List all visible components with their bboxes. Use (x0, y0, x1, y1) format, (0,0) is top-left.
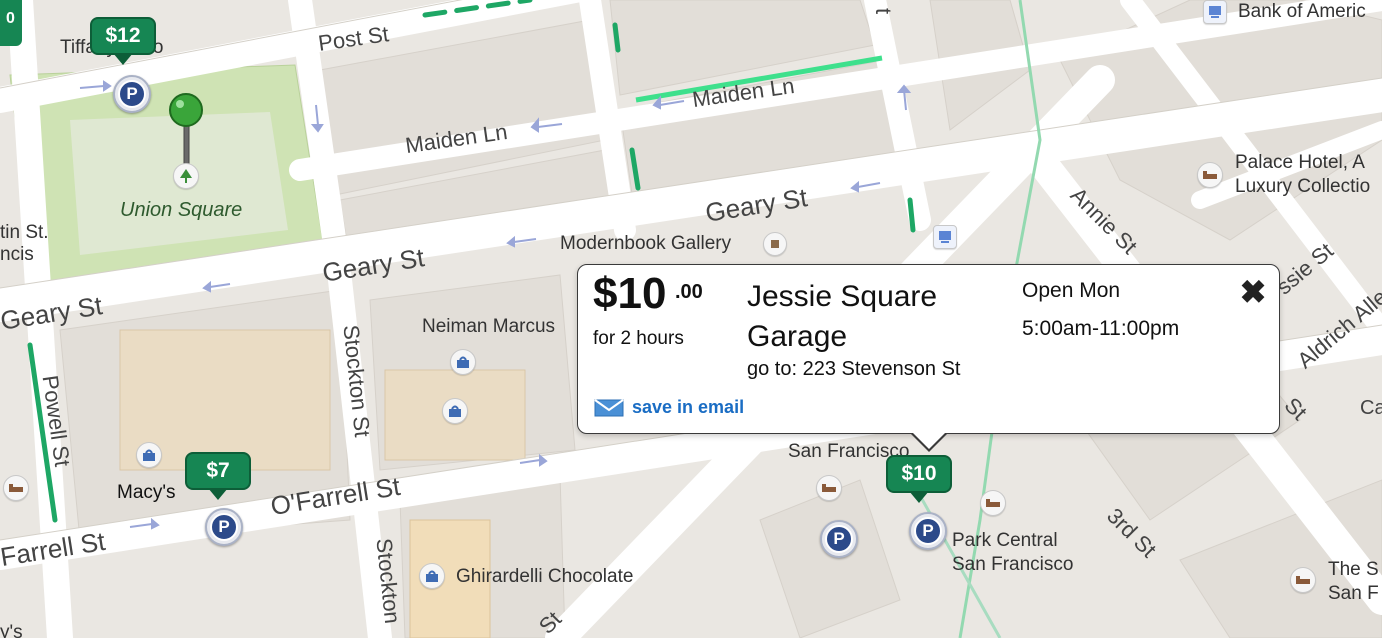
info-open-days: Open Mon (1022, 279, 1121, 302)
place-label-modernbook: Modernbook Gallery (560, 233, 732, 254)
shopping-bag-icon[interactable] (450, 349, 476, 375)
info-price: $10 (593, 269, 667, 318)
place-label-palace-hotel-2: Luxury Collectio (1235, 176, 1371, 197)
info-duration: for 2 hours (593, 328, 684, 349)
parking-marker[interactable]: P (205, 508, 243, 546)
price-tag-7[interactable]: $7 (185, 452, 251, 500)
place-label-the-st-2: San F (1328, 583, 1379, 604)
parking-symbol: P (118, 80, 146, 108)
hotel-icon[interactable] (1290, 567, 1316, 593)
info-open-hours: 5:00am-11:00pm (1022, 317, 1180, 340)
save-in-email-label: save in email (632, 397, 745, 417)
bank-icon[interactable] (1203, 0, 1227, 24)
place-label-macys: Macy's (117, 482, 176, 503)
parking-symbol: P (210, 513, 238, 541)
price-tag-10[interactable]: $10 (886, 455, 952, 503)
place-label-westin-2: ncis (0, 244, 34, 265)
shopping-bag-icon[interactable] (419, 563, 445, 589)
save-in-email-link[interactable]: save in email (594, 397, 744, 418)
place-label-neiman-marcus: Neiman Marcus (422, 316, 556, 337)
info-price-cents: .00 (675, 281, 703, 303)
place-label-macys-fragment: y's (0, 622, 23, 638)
corner-price-badge[interactable]: 0 (0, 0, 22, 46)
envelope-icon (594, 398, 624, 416)
map-canvas[interactable]: Post St Maiden Ln Maiden Ln Geary St Gea… (0, 0, 1382, 638)
info-address: go to: 223 Stevenson St (747, 358, 961, 380)
park-tree-icon[interactable] (173, 163, 199, 189)
hotel-icon[interactable] (816, 475, 842, 501)
shopping-bag-icon[interactable] (136, 442, 162, 468)
place-label-bank-of-america: Bank of Americ (1238, 1, 1366, 22)
shopping-bag-icon[interactable] (442, 398, 468, 424)
close-icon[interactable]: ✖ (1238, 276, 1268, 308)
hotel-icon[interactable] (980, 490, 1006, 516)
hotel-icon[interactable] (1197, 162, 1223, 188)
place-label-park-central: Park Central (952, 530, 1058, 551)
parking-marker[interactable]: P (113, 75, 151, 113)
place-label-the-st: The S (1328, 559, 1379, 580)
parking-marker-selected[interactable]: P (909, 512, 947, 550)
place-label-union-square: Union Square (120, 199, 243, 221)
place-label-palace-hotel: Palace Hotel, A (1235, 152, 1365, 173)
info-garage-name: Jessie Square Garage (747, 280, 938, 353)
gallery-icon[interactable] (763, 232, 787, 256)
corner-badge-text: 0 (6, 10, 15, 27)
transit-icon[interactable] (933, 225, 957, 249)
street-label-t-fragment: t (871, 7, 897, 15)
place-label-westin: tin St. (0, 222, 49, 243)
price-tag-12[interactable]: $12 (90, 17, 156, 65)
hotel-icon[interactable] (3, 475, 29, 501)
place-label-park-central-sf: San Francisco (952, 554, 1074, 575)
place-label-ghirardelli: Ghirardelli Chocolate (456, 566, 634, 587)
parking-info-window: $10 .00 for 2 hours Jessie Square Garage… (577, 264, 1280, 452)
parking-marker[interactable]: P (820, 520, 858, 558)
parking-symbol: P (825, 525, 853, 553)
street-label-ca-fragment: Ca (1360, 397, 1382, 419)
parking-symbol: P (914, 517, 942, 545)
